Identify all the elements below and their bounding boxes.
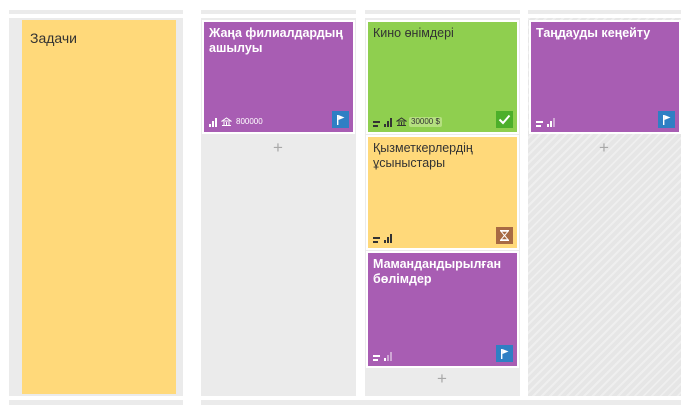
description-icon xyxy=(373,237,380,243)
priority-icon xyxy=(384,234,392,243)
budget-value: 30000 $ xyxy=(409,117,442,127)
description-icon xyxy=(373,121,380,127)
column-footer-strip xyxy=(9,400,183,405)
budget-indicator: 800000 xyxy=(221,117,265,127)
bank-icon xyxy=(221,117,232,126)
card-title: Задачи xyxy=(30,30,78,46)
column-4: Таңдауды кеңейту + xyxy=(528,18,681,396)
priority-icon xyxy=(209,118,217,127)
column-header-strip xyxy=(365,10,520,14)
card-footer xyxy=(536,115,555,127)
card-film-products[interactable]: Кино өнімдері 30000 $ xyxy=(366,20,519,134)
card-title: Кино өнімдері xyxy=(373,26,454,40)
card-employee-suggestions[interactable]: Қызметкерлердің ұсыныстары xyxy=(366,135,519,250)
priority-icon xyxy=(547,118,555,127)
column-footer-strip xyxy=(201,400,681,405)
card-title: Қызметкерлердің ұсыныстары xyxy=(373,141,473,170)
description-icon xyxy=(373,355,380,361)
card-expand-selection[interactable]: Таңдауды кеңейту xyxy=(529,20,681,134)
card-title: Мамандандырылған бөлімдер xyxy=(373,257,502,286)
card-footer xyxy=(373,349,392,361)
card-title: Жаңа филиалдардың ашылуы xyxy=(209,26,343,55)
check-icon[interactable] xyxy=(496,111,513,128)
column-header-strip xyxy=(201,10,356,14)
budget-value: 800000 xyxy=(236,117,263,126)
card-new-branches[interactable]: Жаңа филиалдардың ашылуы 800000 xyxy=(202,20,355,134)
priority-icon xyxy=(384,352,392,361)
flag-icon[interactable] xyxy=(496,345,513,362)
budget-indicator: 30000 $ xyxy=(396,117,442,127)
card-footer: 800000 xyxy=(209,115,265,127)
flag-icon[interactable] xyxy=(332,111,349,128)
column-2: Жаңа филиалдардың ашылуы 800000 + xyxy=(201,18,356,396)
add-card-button[interactable]: + xyxy=(268,139,288,156)
add-card-button[interactable]: + xyxy=(594,139,614,156)
card-title: Таңдауды кеңейту xyxy=(536,26,651,40)
column-3: Кино өнімдері 30000 $ Қызметкерлердің ұс… xyxy=(365,18,520,396)
column-tasks: Задачи xyxy=(9,18,183,396)
card-footer: 30000 $ xyxy=(373,115,442,127)
column-header-strip xyxy=(528,10,681,14)
add-card-button[interactable]: + xyxy=(432,370,452,387)
flag-icon[interactable] xyxy=(658,111,675,128)
priority-icon xyxy=(384,118,392,127)
description-icon xyxy=(536,121,543,127)
card-tasks[interactable]: Задачи xyxy=(22,20,176,394)
bank-icon xyxy=(396,117,407,126)
card-specialized-departments[interactable]: Мамандандырылған бөлімдер xyxy=(366,251,519,368)
hourglass-icon[interactable] xyxy=(496,227,513,244)
card-footer xyxy=(373,231,392,243)
column-header-strip xyxy=(9,10,183,14)
